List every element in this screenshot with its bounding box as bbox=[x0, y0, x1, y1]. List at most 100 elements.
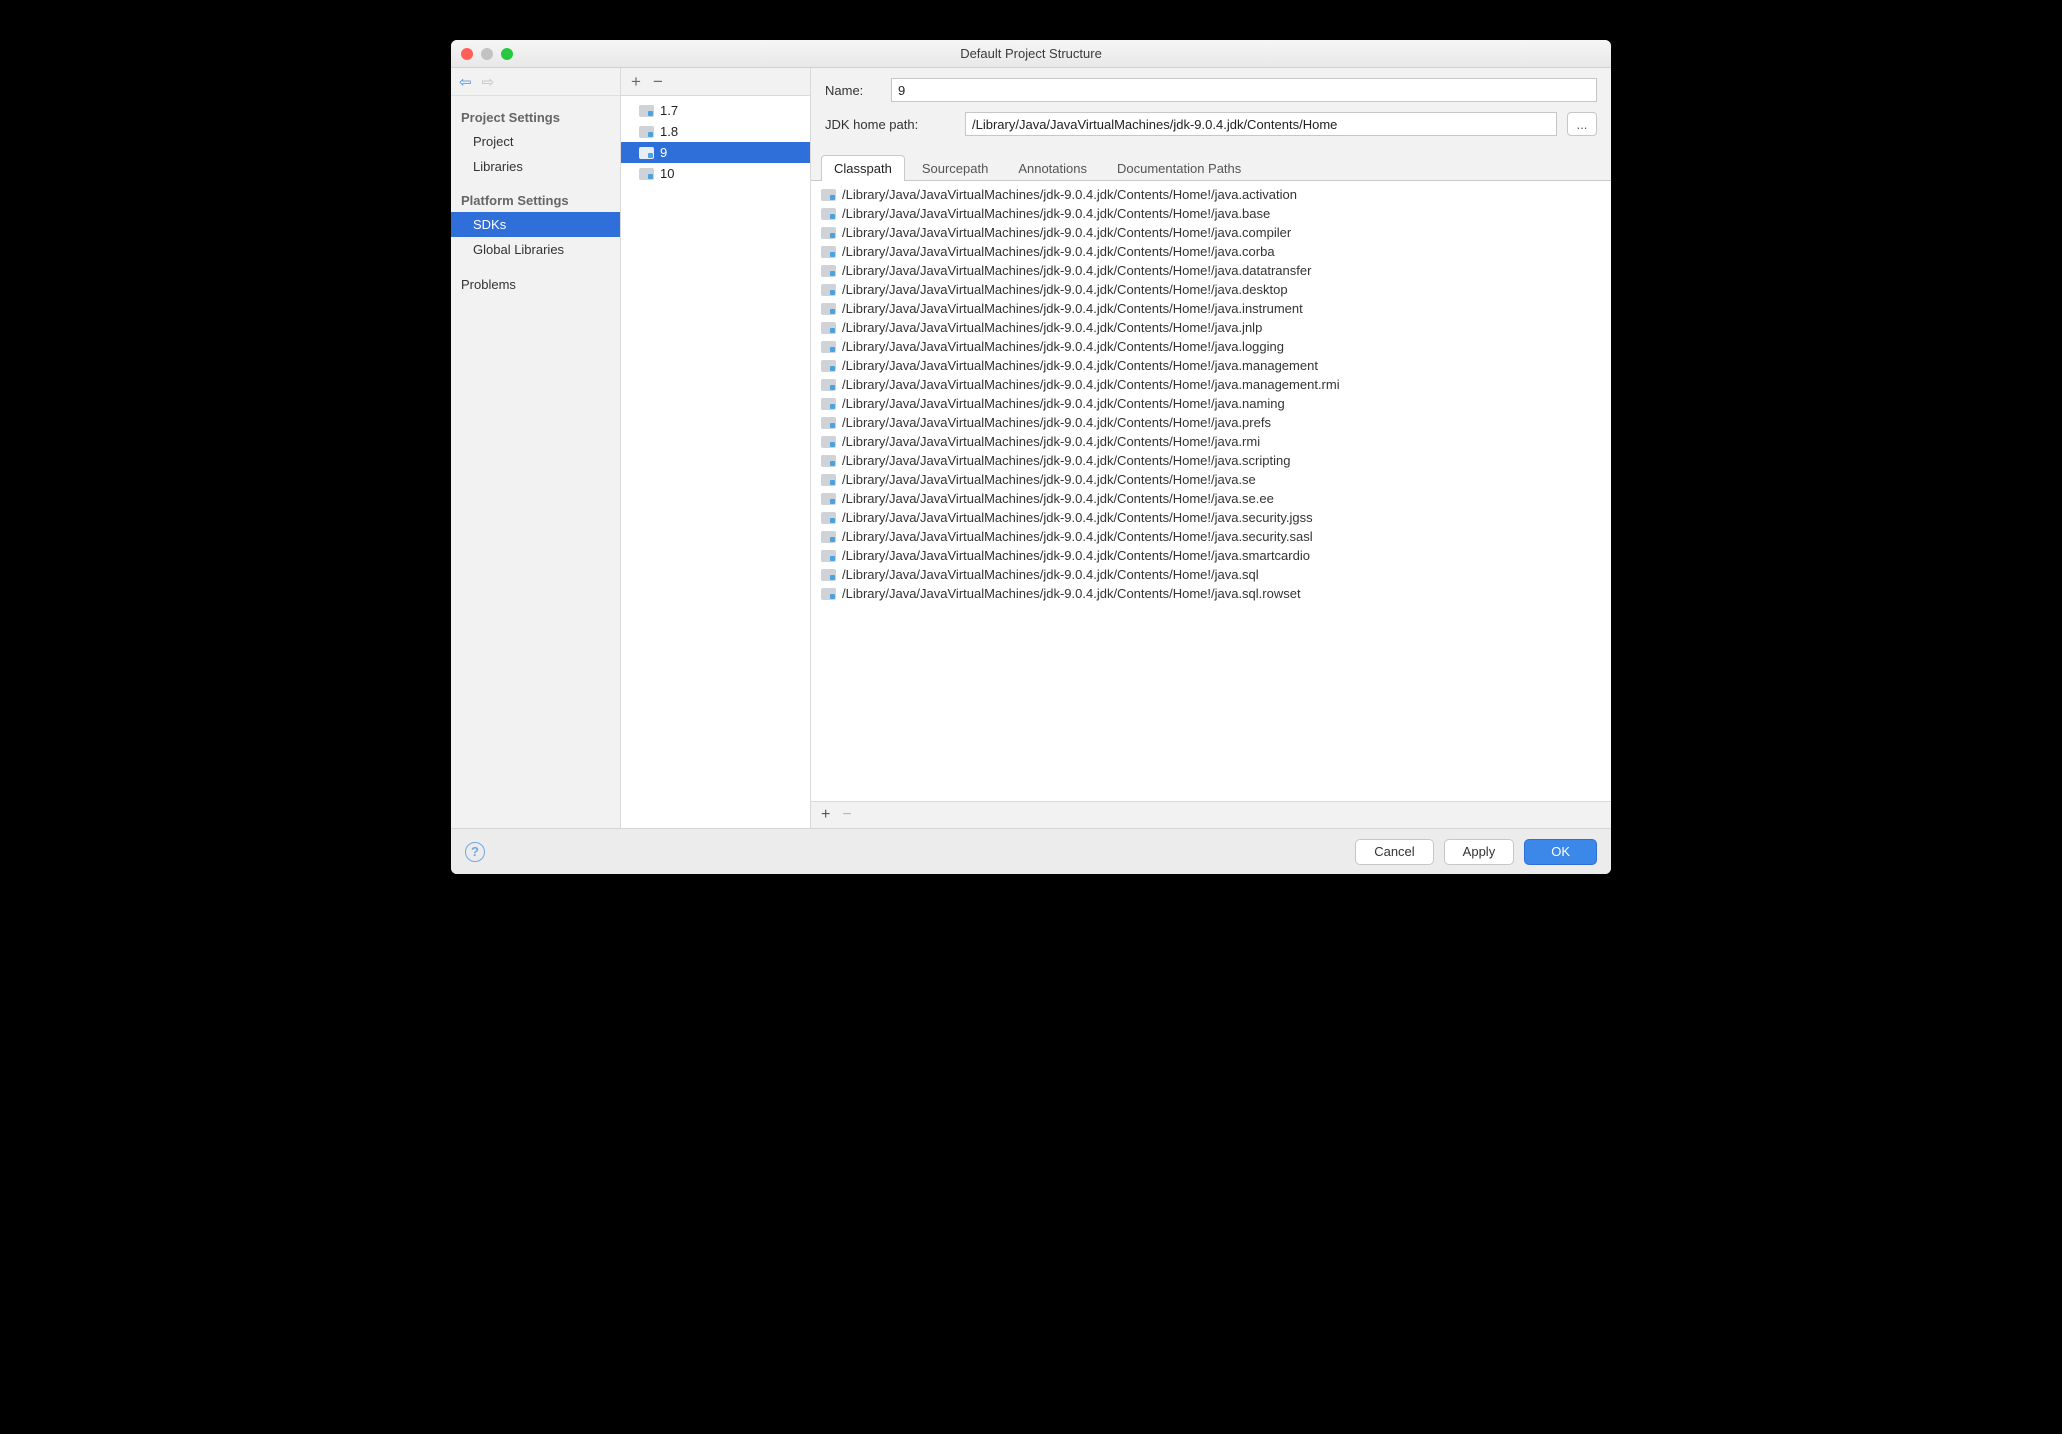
nav-item-global-libraries[interactable]: Global Libraries bbox=[451, 237, 620, 262]
folder-icon bbox=[639, 147, 654, 159]
classpath-row[interactable]: /Library/Java/JavaVirtualMachines/jdk-9.… bbox=[811, 508, 1611, 527]
dialog-footer: ? Cancel Apply OK bbox=[451, 828, 1611, 874]
classpath-path: /Library/Java/JavaVirtualMachines/jdk-9.… bbox=[842, 510, 1313, 525]
minimize-icon[interactable] bbox=[481, 48, 493, 60]
browse-home-button[interactable]: ... bbox=[1567, 112, 1597, 136]
name-label: Name: bbox=[825, 83, 881, 98]
folder-icon bbox=[821, 550, 836, 562]
nav-item-libraries[interactable]: Libraries bbox=[451, 154, 620, 179]
ok-button[interactable]: OK bbox=[1524, 839, 1597, 865]
folder-icon bbox=[821, 189, 836, 201]
tab-sourcepath[interactable]: Sourcepath bbox=[909, 155, 1002, 181]
classpath-path: /Library/Java/JavaVirtualMachines/jdk-9.… bbox=[842, 529, 1313, 544]
classpath-path: /Library/Java/JavaVirtualMachines/jdk-9.… bbox=[842, 453, 1290, 468]
sdk-item-label: 10 bbox=[660, 166, 674, 181]
classpath-row[interactable]: /Library/Java/JavaVirtualMachines/jdk-9.… bbox=[811, 394, 1611, 413]
classpath-path: /Library/Java/JavaVirtualMachines/jdk-9.… bbox=[842, 282, 1288, 297]
sdk-name-input[interactable] bbox=[891, 78, 1597, 102]
classpath-row[interactable]: /Library/Java/JavaVirtualMachines/jdk-9.… bbox=[811, 470, 1611, 489]
classpath-row[interactable]: /Library/Java/JavaVirtualMachines/jdk-9.… bbox=[811, 280, 1611, 299]
folder-icon bbox=[821, 455, 836, 467]
settings-nav: ⇦ ⇨ Project Settings Project Libraries P… bbox=[451, 68, 621, 828]
classpath-row[interactable]: /Library/Java/JavaVirtualMachines/jdk-9.… bbox=[811, 432, 1611, 451]
sdk-detail-panel: Name: JDK home path: ... Classpath Sourc… bbox=[811, 68, 1611, 828]
classpath-path: /Library/Java/JavaVirtualMachines/jdk-9.… bbox=[842, 358, 1318, 373]
classpath-row[interactable]: /Library/Java/JavaVirtualMachines/jdk-9.… bbox=[811, 565, 1611, 584]
classpath-row[interactable]: /Library/Java/JavaVirtualMachines/jdk-9.… bbox=[811, 413, 1611, 432]
remove-classpath-button[interactable]: − bbox=[842, 806, 851, 824]
nav-item-problems[interactable]: Problems bbox=[451, 272, 620, 297]
classpath-row[interactable]: /Library/Java/JavaVirtualMachines/jdk-9.… bbox=[811, 356, 1611, 375]
classpath-row[interactable]: /Library/Java/JavaVirtualMachines/jdk-9.… bbox=[811, 261, 1611, 280]
add-sdk-button[interactable]: + bbox=[631, 72, 641, 92]
folder-icon bbox=[821, 246, 836, 258]
folder-icon bbox=[821, 569, 836, 581]
nav-item-sdks[interactable]: SDKs bbox=[451, 212, 620, 237]
classpath-row[interactable]: /Library/Java/JavaVirtualMachines/jdk-9.… bbox=[811, 546, 1611, 565]
classpath-path: /Library/Java/JavaVirtualMachines/jdk-9.… bbox=[842, 548, 1310, 563]
nav-section-platform-settings: Platform Settings bbox=[451, 189, 620, 212]
sdk-item-label: 1.8 bbox=[660, 124, 678, 139]
folder-icon bbox=[821, 417, 836, 429]
classpath-row[interactable]: /Library/Java/JavaVirtualMachines/jdk-9.… bbox=[811, 223, 1611, 242]
folder-icon bbox=[639, 168, 654, 180]
sdk-item-10[interactable]: 10 bbox=[621, 163, 810, 184]
tab-classpath[interactable]: Classpath bbox=[821, 155, 905, 181]
classpath-path: /Library/Java/JavaVirtualMachines/jdk-9.… bbox=[842, 187, 1297, 202]
folder-icon bbox=[821, 303, 836, 315]
folder-icon bbox=[821, 531, 836, 543]
classpath-path: /Library/Java/JavaVirtualMachines/jdk-9.… bbox=[842, 206, 1270, 221]
close-icon[interactable] bbox=[461, 48, 473, 60]
folder-icon bbox=[821, 512, 836, 524]
classpath-row[interactable]: /Library/Java/JavaVirtualMachines/jdk-9.… bbox=[811, 527, 1611, 546]
classpath-path: /Library/Java/JavaVirtualMachines/jdk-9.… bbox=[842, 396, 1285, 411]
sdk-item-1.7[interactable]: 1.7 bbox=[621, 100, 810, 121]
classpath-path: /Library/Java/JavaVirtualMachines/jdk-9.… bbox=[842, 244, 1275, 259]
window-title: Default Project Structure bbox=[960, 46, 1102, 61]
classpath-row[interactable]: /Library/Java/JavaVirtualMachines/jdk-9.… bbox=[811, 242, 1611, 261]
add-classpath-button[interactable]: + bbox=[821, 806, 830, 824]
folder-icon bbox=[639, 126, 654, 138]
apply-button[interactable]: Apply bbox=[1444, 839, 1515, 865]
tab-annotations[interactable]: Annotations bbox=[1005, 155, 1100, 181]
classpath-row[interactable]: /Library/Java/JavaVirtualMachines/jdk-9.… bbox=[811, 584, 1611, 603]
classpath-path: /Library/Java/JavaVirtualMachines/jdk-9.… bbox=[842, 377, 1340, 392]
classpath-row[interactable]: /Library/Java/JavaVirtualMachines/jdk-9.… bbox=[811, 204, 1611, 223]
classpath-row[interactable]: /Library/Java/JavaVirtualMachines/jdk-9.… bbox=[811, 337, 1611, 356]
remove-sdk-button[interactable]: − bbox=[653, 72, 663, 92]
folder-icon bbox=[821, 341, 836, 353]
sdk-list-panel: + − 1.7 1.8 9 10 bbox=[621, 68, 811, 828]
classpath-path: /Library/Java/JavaVirtualMachines/jdk-9.… bbox=[842, 225, 1291, 240]
folder-icon bbox=[639, 105, 654, 117]
classpath-row[interactable]: /Library/Java/JavaVirtualMachines/jdk-9.… bbox=[811, 489, 1611, 508]
classpath-path: /Library/Java/JavaVirtualMachines/jdk-9.… bbox=[842, 320, 1262, 335]
sdk-item-9[interactable]: 9 bbox=[621, 142, 810, 163]
folder-icon bbox=[821, 284, 836, 296]
folder-icon bbox=[821, 265, 836, 277]
folder-icon bbox=[821, 436, 836, 448]
classpath-list[interactable]: /Library/Java/JavaVirtualMachines/jdk-9.… bbox=[811, 181, 1611, 802]
classpath-row[interactable]: /Library/Java/JavaVirtualMachines/jdk-9.… bbox=[811, 318, 1611, 337]
classpath-row[interactable]: /Library/Java/JavaVirtualMachines/jdk-9.… bbox=[811, 375, 1611, 394]
classpath-row[interactable]: /Library/Java/JavaVirtualMachines/jdk-9.… bbox=[811, 299, 1611, 318]
jdk-home-path-input[interactable] bbox=[965, 112, 1557, 136]
cancel-button[interactable]: Cancel bbox=[1355, 839, 1433, 865]
nav-item-project[interactable]: Project bbox=[451, 129, 620, 154]
forward-icon[interactable]: ⇨ bbox=[482, 73, 495, 91]
folder-icon bbox=[821, 227, 836, 239]
folder-icon bbox=[821, 379, 836, 391]
nav-section-project-settings: Project Settings bbox=[451, 106, 620, 129]
sdk-tabs: Classpath Sourcepath Annotations Documen… bbox=[811, 154, 1611, 181]
classpath-path: /Library/Java/JavaVirtualMachines/jdk-9.… bbox=[842, 301, 1303, 316]
sdk-item-1.8[interactable]: 1.8 bbox=[621, 121, 810, 142]
folder-icon bbox=[821, 493, 836, 505]
titlebar: Default Project Structure bbox=[451, 40, 1611, 68]
classpath-row[interactable]: /Library/Java/JavaVirtualMachines/jdk-9.… bbox=[811, 451, 1611, 470]
back-icon[interactable]: ⇦ bbox=[459, 73, 472, 91]
classpath-row[interactable]: /Library/Java/JavaVirtualMachines/jdk-9.… bbox=[811, 185, 1611, 204]
classpath-path: /Library/Java/JavaVirtualMachines/jdk-9.… bbox=[842, 415, 1271, 430]
tab-documentation-paths[interactable]: Documentation Paths bbox=[1104, 155, 1254, 181]
home-path-label: JDK home path: bbox=[825, 117, 955, 132]
help-icon[interactable]: ? bbox=[465, 842, 485, 862]
zoom-icon[interactable] bbox=[501, 48, 513, 60]
